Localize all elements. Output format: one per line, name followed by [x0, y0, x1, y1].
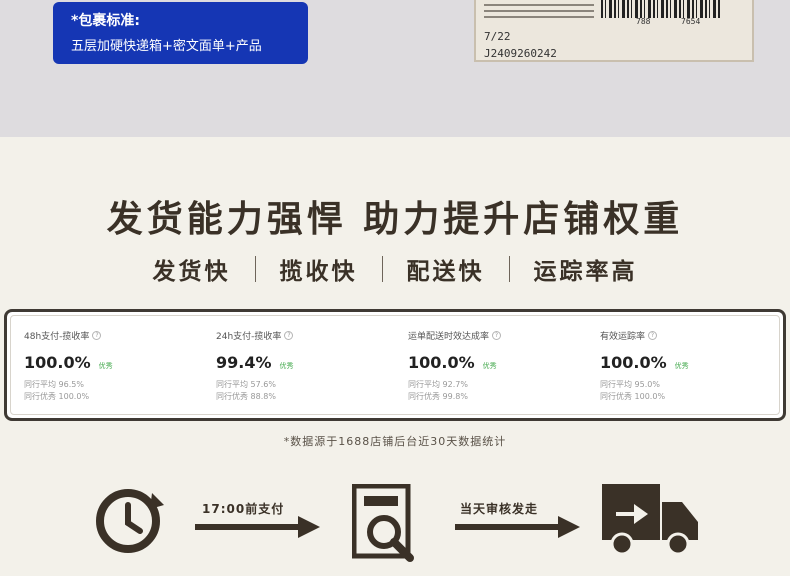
stat-value: 100.0% — [600, 353, 667, 372]
feature-item: 发货快 — [152, 259, 231, 285]
peer-best: 同行优秀 100.0% — [600, 392, 666, 401]
peer-best: 同行优秀 88.8% — [216, 392, 276, 401]
label-code: J2409260242 — [484, 47, 557, 60]
flow-step-label: 17:00前支付 — [202, 502, 285, 516]
document-review-icon — [352, 484, 414, 562]
stat-value: 99.4% — [216, 353, 272, 372]
stat-value: 100.0% — [408, 353, 475, 372]
status-badge: 优秀 — [279, 362, 294, 370]
status-badge: 优秀 — [98, 362, 113, 370]
top-banner: *包裹标准: 五层加硬快递箱+密文面单+产品 788 7654 7/22 J24… — [0, 0, 790, 137]
peer-best: 同行优秀 99.8% — [408, 392, 468, 401]
label-text-lines — [484, 0, 594, 22]
feature-item: 揽收快 — [279, 259, 358, 285]
packaging-title: *包裹标准: — [71, 13, 140, 29]
stat-value: 100.0% — [24, 353, 91, 372]
info-icon[interactable]: ? — [284, 331, 294, 340]
peer-average: 同行平均 92.7% — [408, 380, 468, 389]
barcode-icon — [601, 0, 721, 18]
arrow-right-icon — [195, 516, 320, 538]
peer-best: 同行优秀 100.0% — [24, 392, 90, 401]
stat-name: 48h支付-揽收率 — [24, 332, 90, 342]
clock-icon — [96, 489, 164, 553]
feature-item: 运踪率高 — [533, 259, 638, 285]
feature-row: 发货快 揽收快 配送快 运踪率高 — [0, 252, 790, 286]
shipping-stats-panel: 48h支付-揽收率? 100.0% 优秀 同行平均 96.5% 同行优秀 100.… — [4, 309, 786, 421]
delivery-truck-icon — [602, 484, 698, 556]
stat-card: 有效运踪率? 100.0% 优秀 同行平均 95.0% 同行优秀 100.0% — [587, 316, 779, 414]
label-number: 788 — [636, 17, 651, 26]
stat-card: 24h支付-揽收率? 99.4% 优秀 同行平均 57.6% 同行优秀 88.8% — [203, 316, 395, 414]
peer-average: 同行平均 57.6% — [216, 380, 276, 389]
feature-divider — [381, 256, 383, 282]
stat-name: 有效运踪率 — [600, 332, 646, 342]
stat-card: 运单配送时效达成率? 100.0% 优秀 同行平均 92.7% 同行优秀 99.8… — [395, 316, 587, 414]
status-badge: 优秀 — [674, 362, 689, 370]
shipping-label-photo: 788 7654 7/22 J2409260242 — [474, 0, 754, 62]
flow-step-label: 当天审核发走 — [460, 502, 539, 516]
page-headline: 发货能力强悍 助力提升店铺权重 — [106, 199, 684, 240]
label-date: 7/22 — [484, 30, 511, 43]
label-number: 7654 — [681, 17, 701, 26]
arrow-right-icon — [455, 516, 580, 538]
status-badge: 优秀 — [482, 362, 497, 370]
peer-average: 同行平均 96.5% — [24, 380, 84, 389]
packaging-description: 五层加硬快递箱+密文面单+产品 — [71, 39, 262, 54]
feature-item: 配送快 — [406, 259, 485, 285]
peer-average: 同行平均 95.0% — [600, 380, 660, 389]
feature-divider — [254, 256, 256, 282]
feature-divider — [508, 256, 510, 282]
info-icon[interactable]: ? — [92, 331, 102, 340]
stat-card: 48h支付-揽收率? 100.0% 优秀 同行平均 96.5% 同行优秀 100.… — [11, 316, 203, 414]
data-source-note: *数据源于1688店铺后台近30天数据统计 — [283, 435, 507, 448]
info-icon[interactable]: ? — [492, 331, 502, 340]
stat-name: 运单配送时效达成率 — [408, 332, 490, 342]
info-icon[interactable]: ? — [648, 331, 658, 340]
packaging-info-box: *包裹标准: 五层加硬快递箱+密文面单+产品 — [53, 2, 308, 64]
shipping-flow: 17:00前支付 当天审核发走 — [0, 478, 790, 576]
stat-name: 24h支付-揽收率 — [216, 332, 282, 342]
